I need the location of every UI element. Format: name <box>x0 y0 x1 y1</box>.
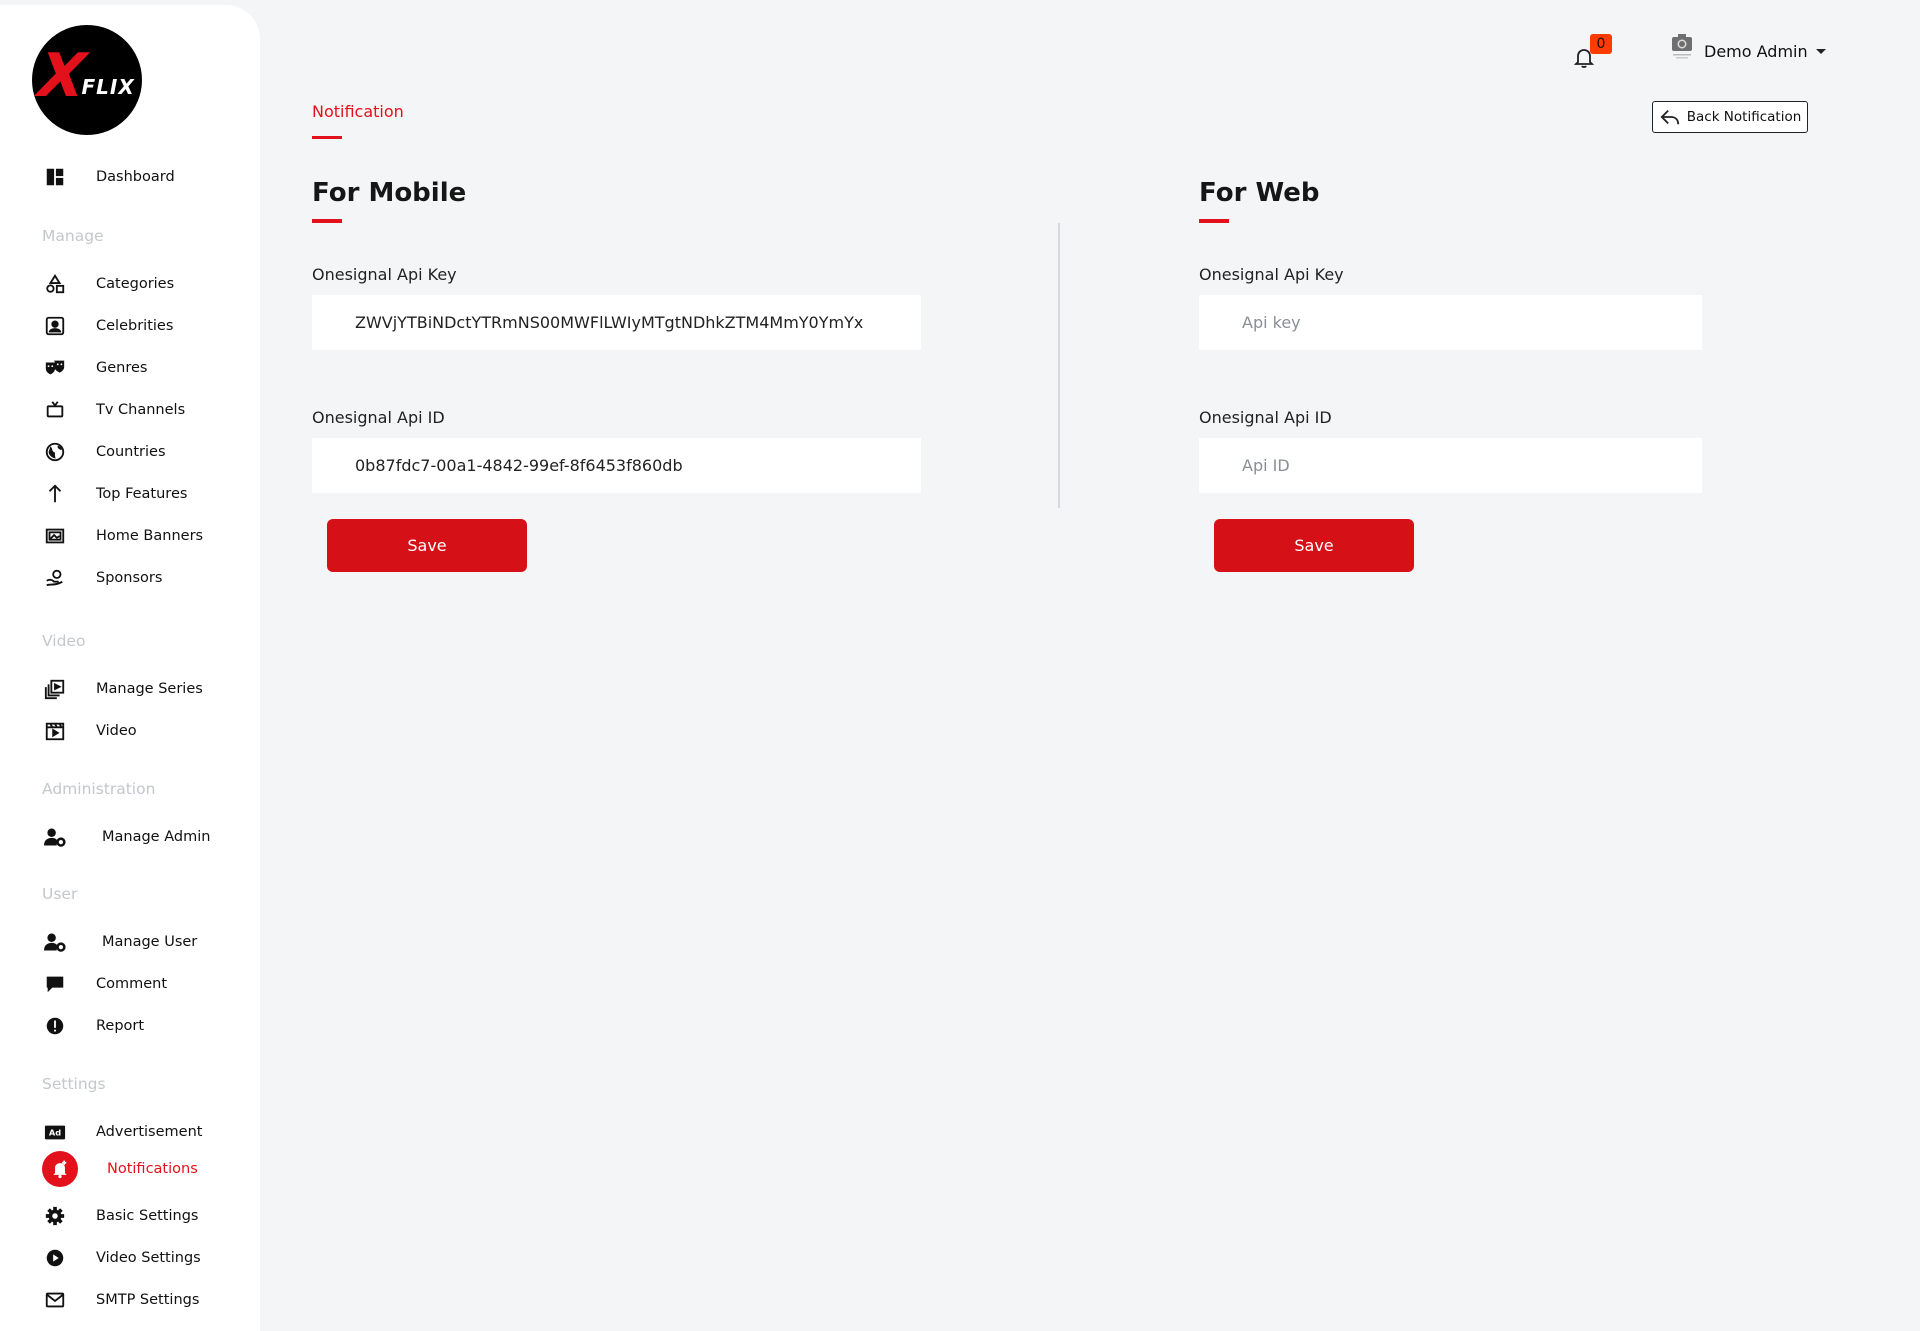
section-label-administration: Administration <box>42 780 156 798</box>
tv-icon <box>40 395 70 425</box>
reply-arrow-icon <box>1660 109 1679 125</box>
tab-notification[interactable]: Notification <box>312 102 404 121</box>
sidebar-item-label: Home Banners <box>96 528 204 544</box>
theater-masks-icon <box>40 353 70 383</box>
sidebar-item-label: Manage User <box>102 934 198 950</box>
sidebar-item-label: Notifications <box>107 1161 198 1177</box>
web-panel-title: For Web <box>1199 178 1320 208</box>
sidebar-item-report[interactable]: Report <box>40 1011 144 1041</box>
sidebar-item-label: Dashboard <box>96 169 175 185</box>
sidebar-item-manage-series[interactable]: Manage Series <box>40 674 203 704</box>
user-gear-icon <box>40 822 70 852</box>
user-name: Demo Admin <box>1704 42 1808 61</box>
sidebar-item-label: Sponsors <box>96 570 163 586</box>
contact-card-icon <box>40 311 70 341</box>
banner-image-icon <box>40 521 70 551</box>
bell-plus-icon <box>42 1151 78 1187</box>
sidebar-item-label: SMTP Settings <box>96 1292 200 1308</box>
arrow-up-icon <box>40 479 70 509</box>
hand-coin-icon <box>40 563 70 593</box>
avatar[interactable] <box>1670 32 1694 60</box>
sidebar-item-comment[interactable]: Comment <box>40 969 167 999</box>
sidebar-item-label: Countries <box>96 444 166 460</box>
sidebar-item-label: Video Settings <box>96 1250 201 1266</box>
user-gear-icon <box>40 927 70 957</box>
comment-icon <box>40 969 70 999</box>
sidebar-item-home-banners[interactable]: Home Banners <box>40 521 203 551</box>
sidebar-item-top-features[interactable]: Top Features <box>40 479 187 509</box>
sidebar-item-label: Genres <box>96 360 148 376</box>
sidebar-item-label: Celebrities <box>96 318 174 334</box>
sidebar-item-notifications[interactable]: Notifications <box>40 1151 198 1187</box>
sidebar-item-dashboard[interactable]: Dashboard <box>40 162 175 192</box>
mobile-api-key-label: Onesignal Api Key <box>312 265 457 284</box>
panel-divider <box>1058 223 1060 508</box>
sidebar-item-label: Basic Settings <box>96 1208 199 1224</box>
sidebar-item-label: Categories <box>96 276 175 292</box>
dashboard-icon <box>40 162 70 192</box>
sidebar-item-label: Report <box>96 1018 145 1034</box>
sidebar-item-manage-admin[interactable]: Manage Admin <box>40 822 210 852</box>
tab-underline <box>312 136 342 139</box>
exclamation-circle-icon <box>40 1011 70 1041</box>
sidebar-item-tv-channels[interactable]: Tv Channels <box>40 395 185 425</box>
section-label-settings: Settings <box>42 1075 106 1093</box>
section-label-video: Video <box>42 632 86 650</box>
sidebar-item-basic-settings[interactable]: Basic Settings <box>40 1201 198 1231</box>
sidebar-item-sponsors[interactable]: Sponsors <box>40 563 162 593</box>
back-notification-button[interactable]: Back Notification <box>1652 101 1808 133</box>
sidebar-item-celebrities[interactable]: Celebrities <box>40 311 173 341</box>
logo-word: FLIX <box>81 75 135 99</box>
notification-count-badge: 0 <box>1590 34 1612 54</box>
mobile-title-underline <box>312 219 342 223</box>
globe-icon <box>40 437 70 467</box>
play-circle-icon <box>40 1243 70 1273</box>
section-label-user: User <box>42 885 78 903</box>
web-api-key-label: Onesignal Api Key <box>1199 265 1344 284</box>
sidebar-item-categories[interactable]: Categories <box>40 269 174 299</box>
web-api-id-input[interactable] <box>1199 438 1702 493</box>
ad-badge-icon: Ad <box>40 1117 70 1147</box>
sidebar-item-label: Manage Series <box>96 681 203 697</box>
user-menu-dropdown[interactable]: Demo Admin <box>1704 42 1826 61</box>
back-notification-label: Back Notification <box>1686 109 1802 125</box>
web-title-underline <box>1199 219 1229 223</box>
logo-letter: X <box>35 41 90 111</box>
mobile-api-id-label: Onesignal Api ID <box>312 408 445 427</box>
sidebar-item-manage-user[interactable]: Manage User <box>40 927 197 957</box>
mobile-save-button[interactable]: Save <box>327 519 527 572</box>
sidebar-item-label: Manage Admin <box>102 829 211 845</box>
sidebar-item-label: Tv Channels <box>96 402 186 418</box>
sidebar-item-label: Top Features <box>96 486 188 502</box>
shapes-icon <box>40 269 70 299</box>
xflix-logo[interactable]: X FLIX <box>32 25 142 135</box>
sidebar: X FLIX Dashboard Manage Categories Celeb… <box>0 5 260 1331</box>
envelope-icon <box>40 1285 70 1315</box>
gear-icon <box>40 1201 70 1231</box>
mobile-api-key-input[interactable] <box>312 295 921 350</box>
mobile-panel-title: For Mobile <box>312 178 467 208</box>
sidebar-item-video-settings[interactable]: Video Settings <box>40 1243 201 1273</box>
sidebar-item-label: Comment <box>96 976 168 992</box>
web-api-key-input[interactable] <box>1199 295 1702 350</box>
svg-text:Ad: Ad <box>49 1128 61 1138</box>
sidebar-item-countries[interactable]: Countries <box>40 437 166 467</box>
sidebar-item-advertisement[interactable]: Ad Advertisement <box>40 1117 202 1147</box>
sidebar-item-label: Advertisement <box>96 1124 203 1140</box>
sidebar-item-label: Video <box>96 723 137 739</box>
section-label-manage: Manage <box>42 227 104 245</box>
sidebar-item-smtp-settings[interactable]: SMTP Settings <box>40 1285 199 1315</box>
sidebar-item-video[interactable]: Video <box>40 716 137 746</box>
series-stack-icon <box>40 674 70 704</box>
chevron-down-icon <box>1815 49 1826 54</box>
mobile-api-id-input[interactable] <box>312 438 921 493</box>
web-save-button[interactable]: Save <box>1214 519 1414 572</box>
web-api-id-label: Onesignal Api ID <box>1199 408 1332 427</box>
sidebar-item-genres[interactable]: Genres <box>40 353 147 383</box>
clapper-video-icon <box>40 716 70 746</box>
